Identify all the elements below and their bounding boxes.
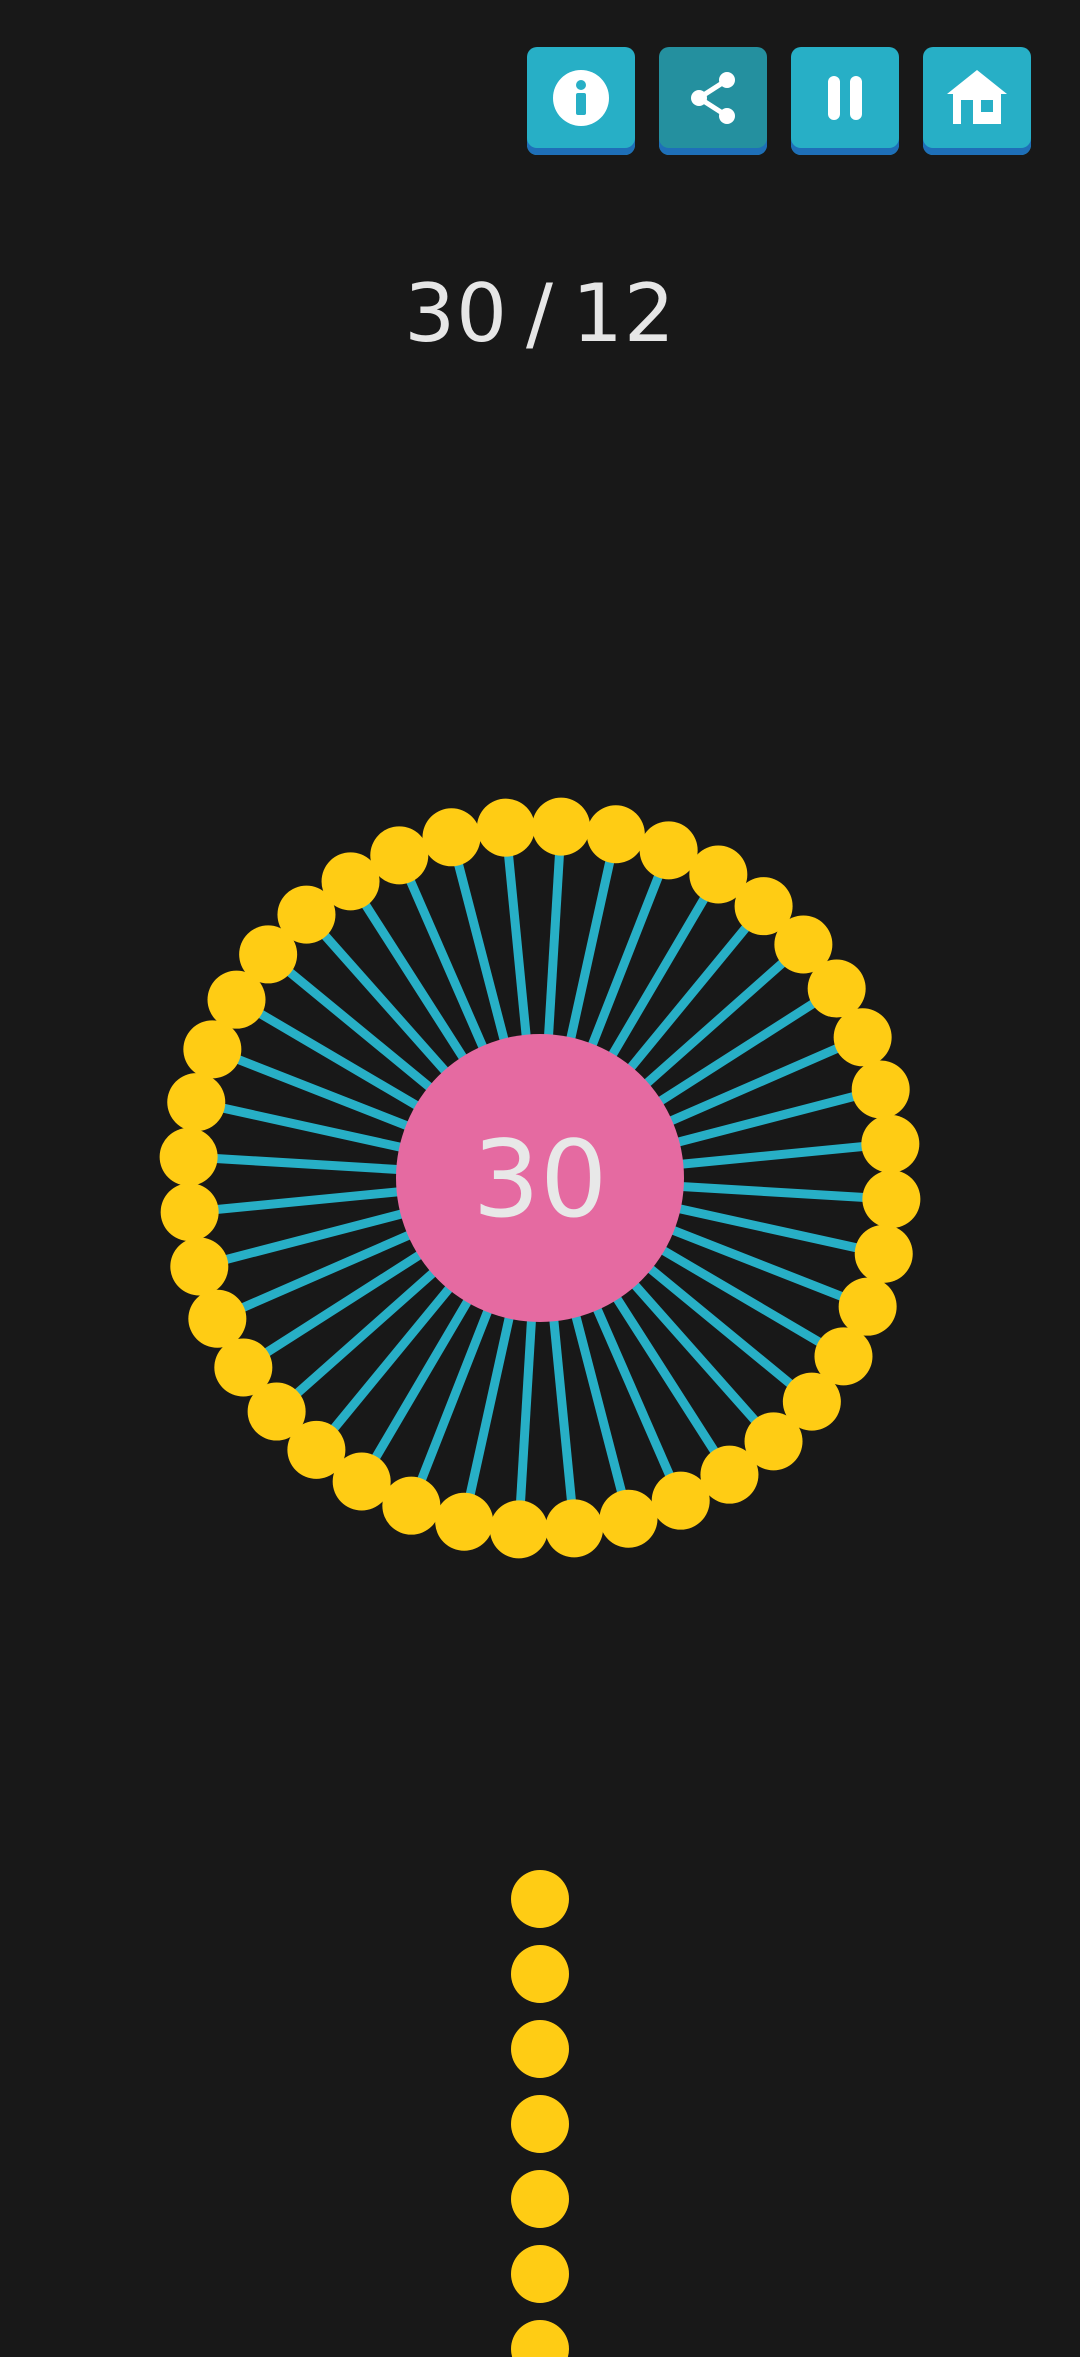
pin-ball <box>170 1237 229 1296</box>
pin-ball <box>321 852 380 911</box>
pin-ball <box>639 821 698 880</box>
pin-ball <box>861 1114 920 1173</box>
pin-ball <box>435 1492 494 1551</box>
queued-pin <box>511 2320 569 2357</box>
pin-queue <box>511 1870 569 2357</box>
pin-ball <box>833 1008 892 1067</box>
pin-ball <box>159 1127 218 1186</box>
queued-pin <box>511 2170 569 2228</box>
queued-pin <box>511 1870 569 1928</box>
pin-ball <box>807 959 866 1018</box>
pin-ball <box>188 1289 247 1348</box>
pin-ball <box>489 1500 548 1559</box>
pin-ball <box>700 1445 759 1504</box>
queued-pin <box>511 1945 569 2003</box>
pin-ball <box>586 805 645 864</box>
pin-ball <box>851 1060 910 1119</box>
pin-ball <box>838 1277 897 1336</box>
pin-ball <box>862 1170 921 1229</box>
pin-ball <box>651 1471 710 1530</box>
pin-ball <box>854 1224 913 1283</box>
queued-pin <box>511 2095 569 2153</box>
game-board[interactable]: 30 <box>0 0 1080 2357</box>
hub-pin-count: 30 <box>473 1118 608 1241</box>
pin-ball <box>160 1183 219 1242</box>
pin-ball <box>183 1020 242 1079</box>
pin-ball <box>532 797 591 856</box>
pin-ball <box>214 1338 273 1397</box>
pin-ball <box>382 1476 441 1535</box>
pin-ball <box>599 1489 658 1548</box>
pin-ball <box>167 1073 226 1132</box>
pin-ball <box>545 1499 604 1558</box>
queued-pin <box>511 2020 569 2078</box>
queued-pin <box>511 2245 569 2303</box>
pin-ball <box>476 798 535 857</box>
pin-ball <box>422 808 481 867</box>
pin-ball <box>370 826 429 885</box>
